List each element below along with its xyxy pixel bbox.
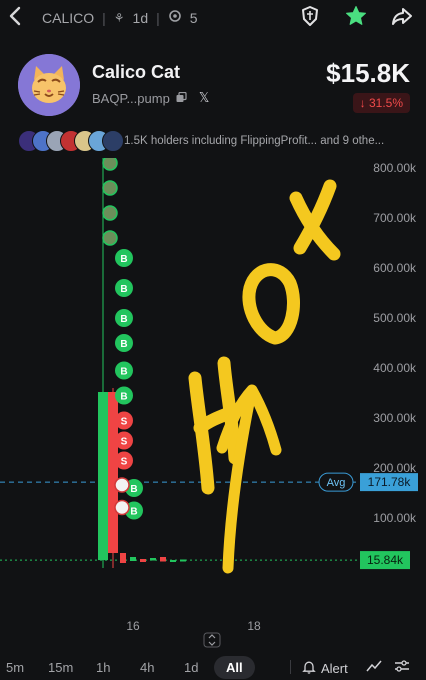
token-name: Calico Cat xyxy=(92,62,181,82)
trade-marker-label: S xyxy=(121,437,128,448)
star-icon[interactable] xyxy=(344,4,368,28)
y-tick-label: 200.00k xyxy=(373,461,417,475)
token-header: Calico Cat BAQP...pump 𝕏 $15.8K ↓ 31.5% xyxy=(0,50,426,118)
timeframe-bar: 5m 15m 1h 4h 1d All Alert xyxy=(0,652,426,680)
separator: | xyxy=(156,9,160,26)
holder-marker xyxy=(114,477,130,493)
y-tick-label: 100.00k xyxy=(373,511,417,525)
x-tick-label: 16 xyxy=(126,619,140,633)
candle-body xyxy=(160,557,166,562)
trade-marker-label: B xyxy=(120,367,127,378)
copy-icon[interactable] xyxy=(176,91,187,106)
avg-value: 171.78k xyxy=(368,475,412,489)
candle-body xyxy=(98,392,108,561)
candle-body xyxy=(150,558,156,561)
holder-avatar xyxy=(102,130,124,152)
token-price: $15.8K xyxy=(326,58,410,88)
expand-chart-chevrons xyxy=(208,634,216,646)
separator: | xyxy=(102,9,106,26)
price-change-badge: ↓ 31.5% xyxy=(352,93,410,113)
timeframe-15m[interactable]: 15m xyxy=(48,660,73,675)
chevron-left-icon[interactable] xyxy=(8,5,30,29)
timeframe-4h[interactable]: 4h xyxy=(140,660,154,675)
avg-label: Avg xyxy=(327,477,346,489)
holders-row[interactable]: 1.5K holders including FlippingProfit...… xyxy=(0,128,426,156)
share-icon[interactable] xyxy=(390,4,414,28)
y-tick-label: 700.00k xyxy=(373,211,417,225)
trade-marker-label: B xyxy=(120,314,127,325)
eye-icon xyxy=(168,9,182,26)
timeframe-1d[interactable]: 1d xyxy=(184,660,198,675)
current-price-value: 15.84k xyxy=(367,553,404,567)
ticker-label: CALICO xyxy=(42,9,95,26)
x-tick-label: 18 xyxy=(247,619,261,633)
token-address[interactable]: BAQP...pump xyxy=(92,91,170,106)
y-tick-label: 500.00k xyxy=(373,311,417,325)
holder-marker xyxy=(102,180,118,196)
timeframe-5m[interactable]: 5m xyxy=(6,660,24,675)
settings-sliders-icon[interactable] xyxy=(394,659,410,678)
token-address-row: BAQP...pump 𝕏 xyxy=(92,90,209,106)
count-label: 5 xyxy=(189,9,198,26)
timeframe-all[interactable]: All xyxy=(214,656,255,679)
timeframe-1h[interactable]: 1h xyxy=(96,660,110,675)
alert-label: Alert xyxy=(321,661,348,676)
price-chart[interactable]: 800.00k 700.00k 600.00k 500.00k 400.00k 300.0… xyxy=(0,158,426,648)
y-tick-label: 800.00k xyxy=(373,161,417,175)
candle-body xyxy=(130,557,136,561)
x-logo-icon[interactable]: 𝕏 xyxy=(199,90,209,106)
top-actions xyxy=(298,4,414,28)
holder-marker xyxy=(102,230,118,246)
breadcrumb: CALICO | ⚘ 1d | 5 xyxy=(42,9,198,26)
shield-icon[interactable] xyxy=(298,4,322,28)
candle-body xyxy=(170,560,176,562)
candle-body xyxy=(140,559,146,562)
y-tick-label: 400.00k xyxy=(373,361,417,375)
y-tick-label: 300.00k xyxy=(373,411,417,425)
trade-marker-label: B xyxy=(120,392,127,403)
candle-body xyxy=(180,559,186,562)
trade-marker-label: B xyxy=(120,284,127,295)
holders-summary: 1.5K holders including FlippingProfit...… xyxy=(124,135,385,147)
trade-marker-label: S xyxy=(121,417,128,428)
age-label: 1d xyxy=(132,9,149,26)
bell-icon xyxy=(302,660,316,677)
alert-button[interactable]: Alert xyxy=(302,660,348,677)
y-tick-label: 600.00k xyxy=(373,261,417,275)
trade-marker-label: S xyxy=(121,457,128,468)
holder-marker xyxy=(102,158,118,171)
sprout-icon: ⚘ xyxy=(113,10,125,25)
trade-marker-label: B xyxy=(120,339,127,350)
annotation-letter-o xyxy=(242,263,300,345)
candle-body xyxy=(120,553,126,563)
token-avatar xyxy=(18,54,80,116)
trade-marker-label: B xyxy=(120,254,127,265)
holder-marker xyxy=(102,205,118,221)
trendline-icon[interactable] xyxy=(366,659,382,678)
divider xyxy=(290,660,291,674)
top-bar: CALICO | ⚘ 1d | 5 xyxy=(0,0,426,34)
annotation-letter-x xyxy=(289,179,341,261)
annotation-arrow xyxy=(216,384,282,574)
holder-marker xyxy=(114,499,130,516)
trade-marker-label: B xyxy=(130,507,137,518)
trade-marker-label: B xyxy=(130,484,137,495)
